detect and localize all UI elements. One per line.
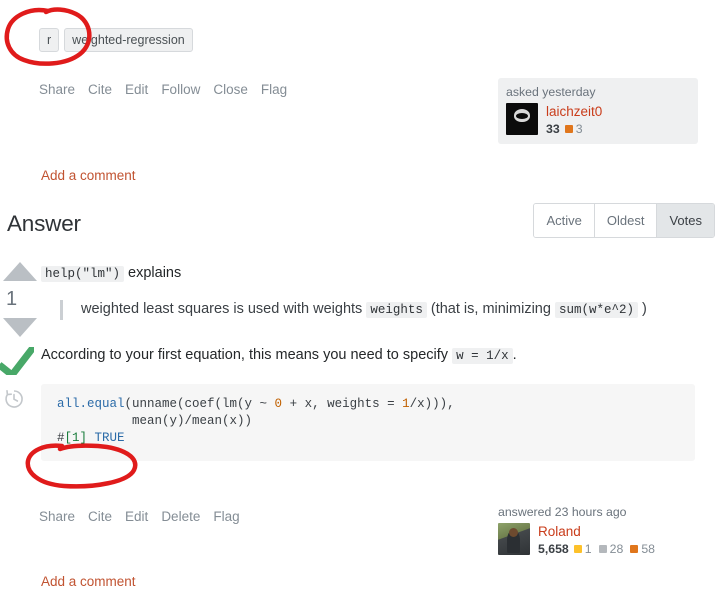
answer-share-link[interactable]: Share (39, 509, 75, 524)
answer-body: help("lm") explains weighted least squar… (41, 264, 701, 461)
answer-code-block: all.equal(unname(coef(lm(y ~ 0 + x, weig… (41, 384, 695, 461)
question-reputation: 33 (546, 122, 560, 136)
avatar[interactable] (506, 103, 538, 135)
code-token-one: 1 (402, 397, 410, 411)
inline-code-weights: weights (366, 302, 427, 318)
answer-answered-time: answered 23 hours ago (498, 505, 627, 519)
question-bronze-badge-count: 3 (575, 122, 583, 136)
question-close-link[interactable]: Close (213, 82, 248, 97)
answer-username[interactable]: Roland (538, 524, 659, 540)
inline-code-sum-w-e2: sum(w*e^2) (554, 302, 638, 318)
answer-paragraph-2: According to your first equation, this m… (41, 346, 701, 366)
answer-paragraph-1: help("lm") explains (41, 264, 701, 284)
answer-edit-link[interactable]: Edit (125, 509, 148, 524)
question-action-links: Share Cite Edit Follow Close Flag (39, 82, 287, 97)
answer-bronze-badge-count: 58 (641, 542, 655, 556)
silver-badge-icon (598, 545, 607, 553)
question-user-card: asked yesterday laichzeit0 33 3 (498, 78, 698, 144)
code-token-line1-part4: /x))), (409, 397, 455, 411)
tab-votes[interactable]: Votes (657, 204, 714, 237)
answer-paragraph-2-text-2: . (512, 347, 517, 363)
avatar[interactable] (498, 523, 530, 555)
answer-add-comment-link[interactable]: Add a comment (41, 574, 136, 589)
answer-delete-link[interactable]: Delete (161, 509, 200, 524)
blockquote-text-1: weighted least squares is used with weig… (81, 301, 367, 317)
inline-code-help-lm: help("lm") (41, 266, 125, 282)
blockquote-text-3: ) (637, 301, 647, 317)
answer-vote-count: 1 (6, 288, 18, 310)
answer-user-card: answered 23 hours ago Roland 5,658 1 28 … (498, 505, 713, 556)
question-add-comment-link[interactable]: Add a comment (41, 168, 136, 183)
question-edit-link[interactable]: Edit (125, 82, 148, 97)
answer-vote-column: 1 (0, 262, 38, 411)
bronze-badge-icon (630, 545, 639, 553)
question-reputation-line: 33 3 (546, 122, 602, 136)
answer-sort-tabs: Active Oldest Votes (533, 203, 715, 238)
answers-heading: Answer (7, 211, 81, 236)
answer-action-links: Share Cite Edit Delete Flag (39, 509, 240, 524)
question-user-body: laichzeit0 33 3 (506, 103, 690, 136)
answer-user-body: Roland 5,658 1 28 58 (498, 523, 713, 556)
tab-active[interactable]: Active (534, 204, 595, 237)
answer-reputation: 5,658 (538, 542, 569, 556)
code-token-index: [1] (64, 431, 88, 445)
stackoverflow-answer-page: r weighted-regression Share Cite Edit Fo… (0, 0, 727, 591)
accepted-answer-checkmark-icon (0, 347, 38, 375)
answer-paragraph-1-text: explains (124, 265, 182, 281)
answer-silver-badge-count: 28 (609, 542, 624, 556)
code-token-zero: 0 (274, 397, 283, 411)
code-token-hash: # (57, 431, 65, 445)
question-flag-link[interactable]: Flag (261, 82, 287, 97)
gold-badge-icon (573, 545, 582, 553)
answer-cite-link[interactable]: Cite (88, 509, 112, 524)
tag-r[interactable]: r (39, 28, 60, 52)
inline-code-w-eq-1x: w = 1/x (452, 348, 513, 364)
question-follow-link[interactable]: Follow (161, 82, 200, 97)
code-token-all-equal: all.equal (57, 397, 125, 411)
upvote-arrow-icon[interactable] (3, 262, 37, 281)
blockquote-text-2: (that is, minimizing (426, 301, 555, 317)
answer-paragraph-2-text-1: According to your first equation, this m… (41, 347, 453, 363)
tab-oldest[interactable]: Oldest (594, 204, 658, 237)
code-token-line1-part2: (unname(coef(lm(y ~ (124, 397, 275, 411)
answer-reputation-line: 5,658 1 28 58 (538, 542, 659, 556)
question-cite-link[interactable]: Cite (88, 82, 112, 97)
code-token-line1-part3: + x, weights = (282, 397, 403, 411)
question-user-meta: laichzeit0 33 3 (546, 103, 602, 136)
answer-user-meta: Roland 5,658 1 28 58 (538, 523, 659, 556)
question-tags: r weighted-regression (39, 28, 193, 52)
bronze-badge-icon (564, 125, 573, 133)
tag-weighted-regression[interactable]: weighted-regression (64, 28, 193, 52)
question-share-link[interactable]: Share (39, 82, 75, 97)
code-token-true: TRUE (87, 431, 125, 445)
answer-history-clock-icon[interactable] (2, 389, 38, 411)
answer-flag-link[interactable]: Flag (213, 509, 239, 524)
question-username[interactable]: laichzeit0 (546, 104, 602, 120)
question-asked-time: asked yesterday (506, 85, 596, 99)
answer-gold-badge-count: 1 (584, 542, 592, 556)
answer-blockquote: weighted least squares is used with weig… (60, 300, 701, 320)
code-line-2: mean(y)/mean(x)) (57, 414, 253, 428)
downvote-arrow-icon[interactable] (3, 318, 37, 337)
